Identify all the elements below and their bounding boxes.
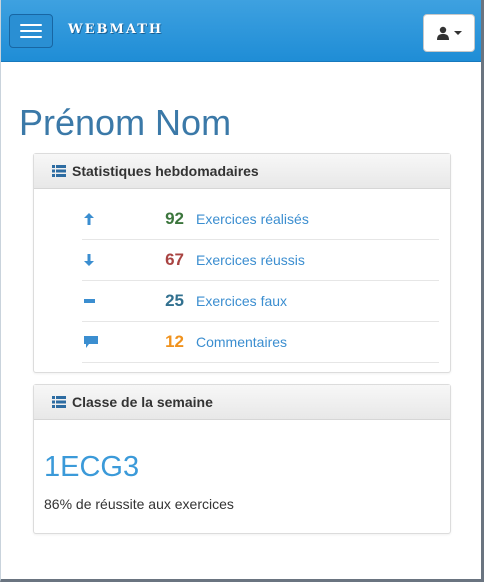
arrow-up-icon [82, 213, 132, 225]
list-item[interactable]: 25 Exercices faux [82, 281, 439, 322]
stat-value: 67 [165, 250, 184, 269]
list-item[interactable]: 12 Commentaires [82, 322, 439, 363]
stat-value: 92 [165, 209, 184, 228]
chevron-down-icon [454, 31, 462, 35]
list-icon [52, 165, 66, 177]
class-week-title: Classe de la semaine [72, 394, 213, 410]
stat-label[interactable]: Exercices faux [196, 293, 287, 309]
class-week-heading: Classe de la semaine [34, 385, 450, 420]
brand-logo[interactable]: Webmath [68, 22, 163, 37]
user-icon [437, 26, 449, 40]
list-item[interactable]: 92 Exercices réalisés [82, 199, 439, 240]
class-success-text: 86% de réussite aux exercices [44, 496, 234, 512]
stat-label[interactable]: Exercices réalisés [196, 211, 309, 227]
stat-value: 25 [165, 291, 184, 310]
navbar: Webmath [1, 0, 481, 62]
page-title: Prénom Nom [19, 102, 232, 143]
arrow-down-icon [82, 254, 132, 266]
list-icon [52, 396, 66, 408]
list-item[interactable]: 67 Exercices réussis [82, 240, 439, 281]
hamburger-icon [20, 24, 42, 26]
user-menu-button[interactable] [423, 14, 475, 52]
class-week-panel: Classe de la semaine 1ECG3 86% de réussi… [33, 384, 451, 534]
comment-icon [82, 336, 132, 348]
weekly-stats-heading: Statistiques hebdomadaires [34, 154, 450, 189]
weekly-stats-title: Statistiques hebdomadaires [72, 163, 259, 179]
stat-value: 12 [165, 332, 184, 351]
stat-label[interactable]: Exercices réussis [196, 252, 305, 268]
menu-toggle-button[interactable] [9, 14, 53, 48]
stat-label[interactable]: Commentaires [196, 334, 287, 350]
minus-icon [82, 299, 132, 303]
weekly-stats-panel: Statistiques hebdomadaires 92 Exercices … [33, 153, 451, 373]
class-name: 1ECG3 [44, 451, 140, 483]
stats-list: 92 Exercices réalisés 67 Exercices réuss… [82, 199, 439, 363]
